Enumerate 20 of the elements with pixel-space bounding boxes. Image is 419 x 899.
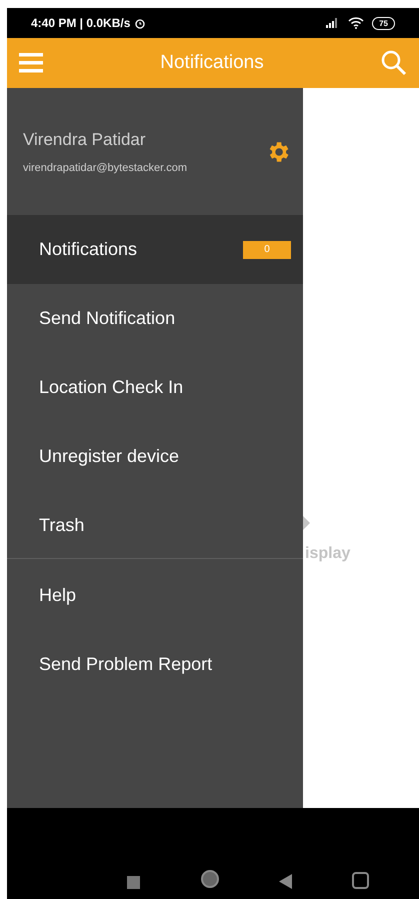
drawer-item[interactable]: Location Check In: [7, 353, 303, 422]
wifi-icon: [348, 17, 364, 29]
battery-indicator: 75: [372, 16, 395, 30]
screen-icon[interactable]: [352, 872, 370, 889]
app-title: Notifications: [159, 50, 265, 75]
drawer-item[interactable]: Trash: [7, 491, 303, 560]
status-time: 4:40 PM | 0.0KB/s: [31, 15, 130, 32]
user-email: virendrapatidar@bytestacker.com: [23, 161, 188, 176]
empty-state-text: isplay: [304, 544, 352, 564]
user-name: Virendra Patidar: [23, 128, 147, 150]
alarm-icon: [134, 17, 146, 29]
back-icon[interactable]: [279, 874, 292, 889]
circle-icon[interactable]: [200, 869, 220, 889]
drawer-item[interactable]: Help: [7, 561, 303, 630]
drawer-item[interactable]: Send Problem Report: [7, 630, 303, 699]
drawer-item[interactable]: Unregister device: [7, 422, 303, 491]
count-badge: 0: [243, 240, 291, 258]
drawer-item[interactable]: Send Notification: [7, 284, 303, 353]
drawer-item[interactable]: Notifications 0: [7, 215, 303, 284]
square-icon[interactable]: [126, 876, 140, 889]
